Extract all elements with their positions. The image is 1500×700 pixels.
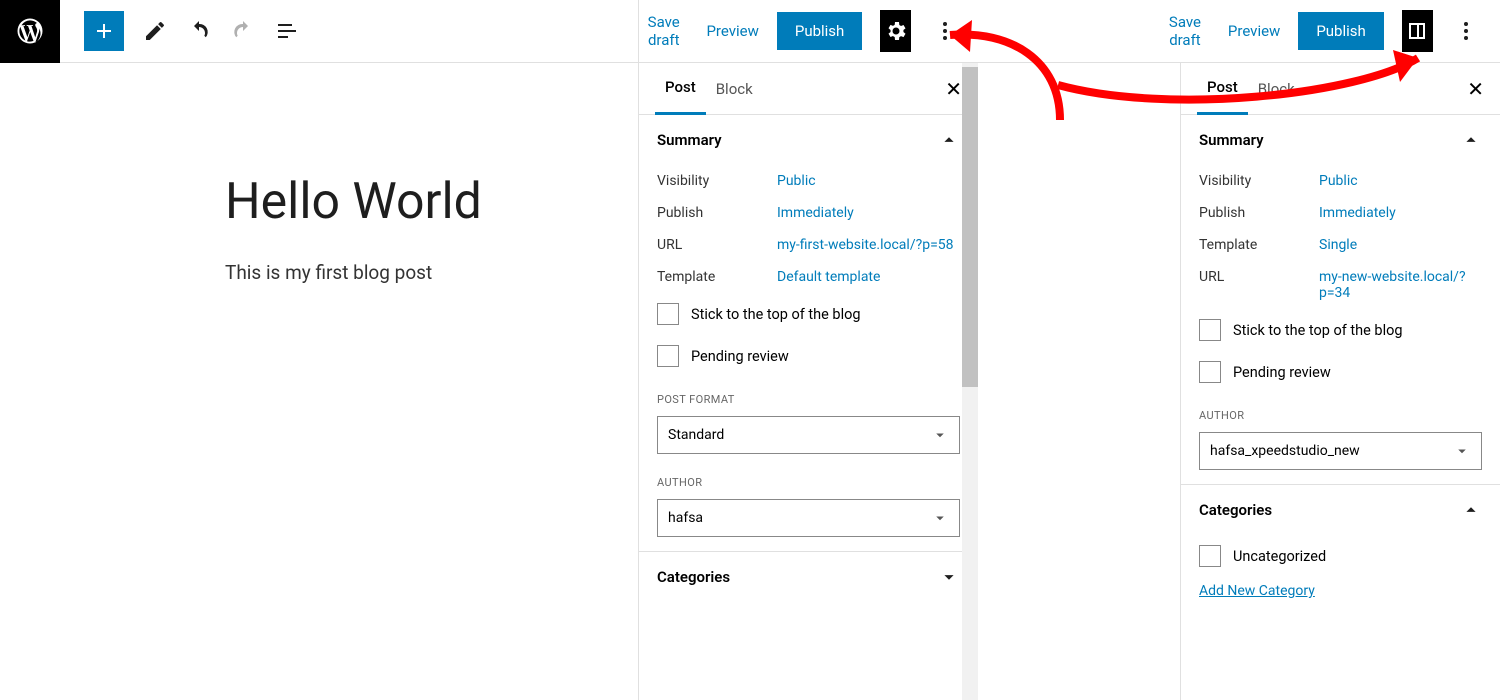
select-value: Standard	[668, 427, 724, 443]
tab-block[interactable]: Block	[706, 63, 763, 115]
visibility-label: Visibility	[1199, 173, 1319, 189]
chevron-up-icon	[938, 129, 960, 151]
settings-panel-right: Post Block ✕ Summary VisibilityPublic Pu…	[1180, 63, 1500, 700]
url-value[interactable]: my-new-website.local/?p=34	[1319, 269, 1482, 301]
url-label: URL	[1199, 269, 1319, 285]
save-draft-button[interactable]: Save draft	[639, 13, 688, 49]
visibility-value[interactable]: Public	[1319, 173, 1482, 189]
publish-label: Publish	[657, 205, 777, 221]
template-value[interactable]: Single	[1319, 237, 1482, 253]
settings-header-right: Save draft Preview Publish	[980, 0, 1500, 63]
template-value[interactable]: Default template	[777, 269, 960, 285]
sidebar-toggle-button[interactable]	[1402, 10, 1433, 52]
pending-label: Pending review	[691, 348, 789, 365]
close-panel-icon[interactable]: ✕	[945, 77, 962, 101]
pending-checkbox[interactable]	[1199, 361, 1221, 383]
chevron-down-icon	[931, 426, 949, 444]
more-options-button[interactable]	[929, 10, 960, 52]
panel-tabs: Post Block ✕	[1181, 63, 1500, 115]
section-label: Categories	[657, 568, 730, 586]
settings-header-left: Save draft Preview Publish	[639, 0, 978, 63]
publish-button[interactable]: Publish	[777, 12, 862, 50]
post-format-select[interactable]: Standard	[657, 416, 960, 454]
section-categories[interactable]: Categories	[639, 552, 978, 602]
chevron-down-icon	[931, 509, 949, 527]
publish-value[interactable]: Immediately	[1319, 205, 1482, 221]
outline-icon[interactable]	[274, 18, 300, 44]
stick-label: Stick to the top of the blog	[691, 306, 861, 323]
add-block-button[interactable]	[84, 11, 124, 51]
chevron-up-icon	[1460, 129, 1482, 151]
tab-post[interactable]: Post	[655, 63, 706, 115]
publish-button[interactable]: Publish	[1298, 12, 1383, 50]
url-value[interactable]: my-first-website.local/?p=58	[777, 237, 960, 253]
url-label: URL	[657, 237, 777, 253]
chevron-down-icon	[1453, 442, 1471, 460]
preview-button[interactable]: Preview	[1228, 22, 1280, 40]
publish-value[interactable]: Immediately	[777, 205, 960, 221]
undo-icon[interactable]	[186, 18, 212, 44]
settings-gear-button[interactable]	[880, 10, 911, 52]
section-label: Summary	[1199, 131, 1264, 149]
author-label: AUTHOR	[1181, 393, 1500, 428]
author-select[interactable]: hafsa	[657, 499, 960, 537]
visibility-value[interactable]: Public	[777, 173, 960, 189]
wordpress-logo[interactable]	[0, 0, 60, 63]
tab-block[interactable]: Block	[1248, 63, 1305, 115]
template-label: Template	[1199, 237, 1319, 253]
pen-icon[interactable]	[142, 18, 168, 44]
select-value: hafsa_xpeedstudio_new	[1210, 443, 1360, 459]
pending-checkbox[interactable]	[657, 345, 679, 367]
panel-scrollbar[interactable]	[962, 63, 978, 700]
settings-panel-left: Save draft Preview Publish Post Block ✕ …	[638, 0, 978, 700]
author-select[interactable]: hafsa_xpeedstudio_new	[1199, 432, 1482, 470]
add-category-link[interactable]: Add New Category	[1181, 577, 1500, 613]
save-draft-button[interactable]: Save draft	[1160, 13, 1210, 49]
section-summary[interactable]: Summary	[639, 115, 978, 165]
section-label: Summary	[657, 131, 722, 149]
author-label: AUTHOR	[639, 460, 978, 495]
preview-button[interactable]: Preview	[706, 22, 758, 40]
close-panel-icon[interactable]: ✕	[1467, 77, 1484, 101]
select-value: hafsa	[668, 510, 703, 526]
section-categories[interactable]: Categories	[1181, 485, 1500, 535]
tab-post[interactable]: Post	[1197, 63, 1248, 115]
pending-label: Pending review	[1233, 364, 1331, 381]
uncategorized-checkbox[interactable]	[1199, 545, 1221, 567]
toolbar-icons	[142, 18, 300, 44]
stick-label: Stick to the top of the blog	[1233, 322, 1403, 339]
redo-icon[interactable]	[230, 18, 256, 44]
stick-checkbox[interactable]	[657, 303, 679, 325]
chevron-down-icon	[938, 566, 960, 588]
uncategorized-label: Uncategorized	[1233, 548, 1326, 565]
stick-checkbox[interactable]	[1199, 319, 1221, 341]
chevron-up-icon	[1460, 499, 1482, 521]
publish-label: Publish	[1199, 205, 1319, 221]
visibility-label: Visibility	[657, 173, 777, 189]
section-summary[interactable]: Summary	[1181, 115, 1500, 165]
post-format-label: POST FORMAT	[639, 377, 978, 412]
more-options-button[interactable]	[1451, 10, 1482, 52]
template-label: Template	[657, 269, 777, 285]
panel-tabs: Post Block ✕	[639, 63, 978, 115]
section-label: Categories	[1199, 501, 1272, 519]
